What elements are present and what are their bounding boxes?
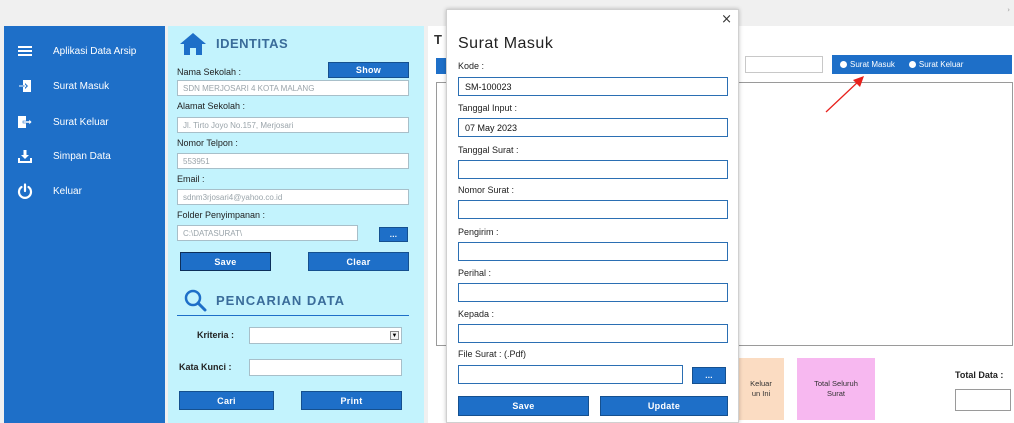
tanggal-input-field[interactable]: 07 May 2023 [458,118,728,137]
alamat-sekolah-label: Alamat Sekolah : [177,101,246,111]
total-data-field [955,389,1011,411]
nama-sekolah-label: Nama Sekolah : [177,67,242,77]
radio-dot-icon [840,61,847,68]
alamat-sekolah-field[interactable]: Jl. Tirto Joyo No.157, Merjosari [177,117,409,133]
print-button[interactable]: Print [301,391,402,410]
save-identity-button[interactable]: Save [180,252,271,271]
kepada-label: Kepada : [458,309,495,319]
kata-kunci-input[interactable] [249,359,402,376]
total-data-label: Total Data : [955,370,1004,380]
dialog-update-button[interactable]: Update [600,396,728,416]
power-icon [16,182,34,200]
card-label-line: Surat [827,389,845,398]
radio-surat-keluar[interactable]: Surat Keluar [908,60,964,69]
identity-title: IDENTITAS [216,36,289,51]
search-divider [177,315,409,316]
radio-dot-icon [908,61,916,68]
card-surat-keluar-tahun-ini: Keluar un Ini [738,358,784,420]
home-icon [178,31,208,62]
sidebar-item-label: Keluar [53,185,82,197]
identity-panel: IDENTITAS Nama Sekolah : Show SDN MERJOS… [168,26,424,423]
download-icon [16,147,34,165]
radio-label: Surat Masuk [850,60,895,69]
dialog-title: Surat Masuk [458,35,554,52]
folder-penyimpanan-label: Folder Penyimpanan : [177,210,266,220]
radio-surat-masuk[interactable]: Surat Masuk [840,60,895,69]
perihal-field[interactable] [458,283,728,302]
clear-button[interactable]: Clear [308,252,409,271]
nomor-surat-field[interactable] [458,200,728,219]
annotation-arrow-icon [825,76,864,113]
tanggal-surat-label: Tanggal Surat : [458,145,519,155]
main-toolbar-edge [436,58,446,74]
sidebar-item-surat-keluar[interactable]: Surat Keluar [4,109,165,135]
main-title-fragment: T [434,32,442,47]
kriteria-select[interactable]: ▼ [249,327,402,344]
sidebar-item-label: Aplikasi Data Arsip [53,45,137,57]
tanggal-surat-field[interactable] [458,160,728,179]
sidebar-item-keluar[interactable]: Keluar [4,178,165,204]
sidebar: Aplikasi Data Arsip Surat Masuk Surat Ke… [4,26,165,423]
surat-masuk-dialog: × Surat Masuk Kode : SM-100023 Tanggal I… [446,9,739,423]
dialog-save-button[interactable]: Save [458,396,589,416]
pengirim-label: Pengirim : [458,227,499,237]
sidebar-item-label: Surat Keluar [53,116,109,128]
perihal-label: Perihal : [458,268,492,278]
radio-label: Surat Keluar [918,60,964,69]
file-surat-label: File Surat : (.Pdf) [458,349,527,359]
nomor-surat-label: Nomor Surat : [458,185,515,195]
nomor-telpon-label: Nomor Telpon : [177,138,238,148]
sidebar-item-aplikasi[interactable]: Aplikasi Data Arsip [4,38,165,64]
card-total-seluruh-surat: Total Seluruh Surat [797,358,875,420]
card-label-line: Keluar [750,379,772,388]
pengirim-field[interactable] [458,242,728,261]
show-button[interactable]: Show [328,62,409,78]
card-label-line: Total Seluruh [814,379,858,388]
search-section-title: PENCARIAN DATA [216,293,346,308]
close-icon[interactable]: × [721,12,732,27]
window-close-icon[interactable]: › [1007,6,1010,14]
sidebar-item-label: Surat Masuk [53,80,110,92]
nama-sekolah-field[interactable]: SDN MERJOSARI 4 KOTA MALANG [177,80,409,96]
app-window: › Aplikasi Data Arsip Surat Masuk Surat … [0,0,1014,423]
email-label: Email : [177,174,205,184]
tanggal-input-label: Tanggal Input : [458,103,518,113]
data-table[interactable] [738,82,1013,346]
cari-button[interactable]: Cari [179,391,274,410]
chevron-down-icon[interactable]: ▼ [390,331,399,340]
browse-folder-button[interactable]: ... [379,227,408,242]
sidebar-item-surat-masuk[interactable]: Surat Masuk [4,73,165,99]
search-icon [183,288,207,317]
kriteria-label: Kriteria : [197,330,235,340]
file-surat-field[interactable] [458,365,683,384]
kode-field[interactable]: SM-100023 [458,77,728,96]
menu-icon [16,42,34,60]
inbox-arrow-icon [16,77,34,95]
email-field[interactable]: sdnm3rjosari4@yahoo.co.id [177,189,409,205]
kata-kunci-label: Kata Kunci : [179,362,232,372]
outbox-arrow-icon [16,113,34,131]
nomor-telpon-field[interactable]: 553951 [177,153,409,169]
sidebar-item-label: Simpan Data [53,150,111,162]
kode-label: Kode : [458,61,485,71]
card-label-line: un Ini [751,389,771,398]
kepada-field[interactable] [458,324,728,343]
main-search-input[interactable] [745,56,823,73]
sidebar-item-simpan-data[interactable]: Simpan Data [4,143,165,169]
browse-file-button[interactable]: ... [692,367,726,384]
folder-penyimpanan-field[interactable]: C:\DATASURAT\ [177,225,358,241]
